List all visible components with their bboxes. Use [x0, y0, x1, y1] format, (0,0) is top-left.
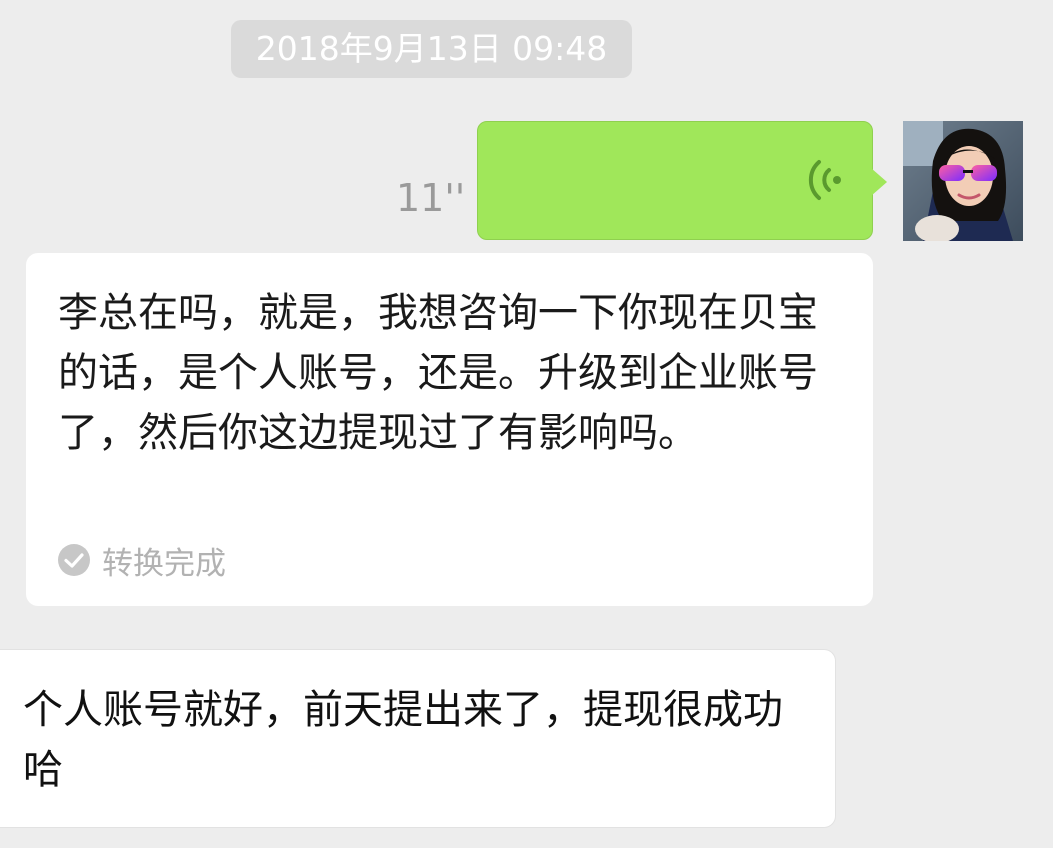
reply-message-bubble[interactable]: 个人账号就好，前天提出来了，提现很成功哈	[0, 649, 836, 828]
user-avatar-icon	[903, 121, 1023, 241]
check-circle-icon	[58, 544, 90, 576]
conversion-status: 转换完成	[58, 540, 226, 582]
conversion-status-label: 转换完成	[102, 545, 226, 582]
timestamp-label: 2018年9月13日 09:48	[231, 20, 632, 78]
voice-wave-icon	[808, 160, 841, 200]
transcript-card[interactable]: 李总在吗，就是，我想咨询一下你现在贝宝的话，是个人账号，还是。升级到企业账号了，…	[26, 253, 873, 606]
reply-message-text: 个人账号就好，前天提出来了，提现很成功哈	[23, 687, 783, 793]
voice-duration: 11''	[396, 176, 466, 220]
voice-bubble-tail	[871, 168, 887, 196]
avatar[interactable]	[903, 121, 1023, 241]
transcript-text: 李总在吗，就是，我想咨询一下你现在贝宝的话，是个人账号，还是。升级到企业账号了，…	[58, 290, 818, 456]
